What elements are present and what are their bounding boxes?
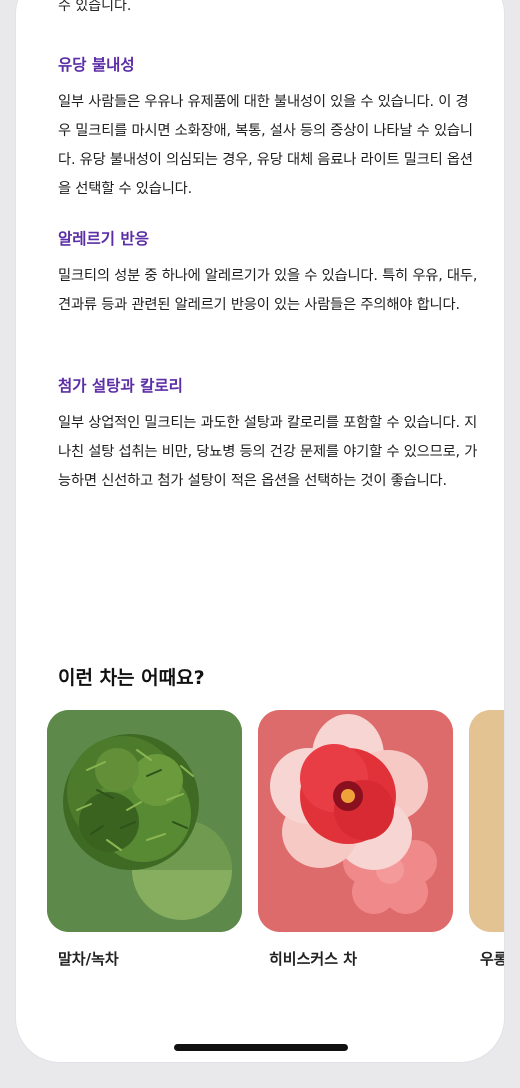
section-added-sugar: 첨가 설탕과 칼로리 일부 상업적인 밀크티는 과도한 설탕과 칼로리를 포함할… (58, 375, 478, 496)
section-allergy: 알레르기 반응 밀크티의 성분 중 하나에 알레르기가 있을 수 있습니다. 특… (58, 228, 478, 320)
section-title: 첨가 설탕과 칼로리 (58, 377, 183, 395)
tea-card-label: 말차/녹차 (58, 950, 119, 968)
section-title: 알레르기 반응 (58, 230, 149, 248)
tea-card-hibiscus[interactable] (258, 710, 453, 932)
section-lactose-intolerance: 유당 불내성 일부 사람들은 우유나 유제품에 대한 불내성이 있을 수 있습니… (58, 54, 478, 204)
hibiscus-flower-icon (258, 710, 453, 932)
matcha-leaves-icon (47, 710, 242, 932)
recommendations-title: 이런 차는 어때요? (58, 667, 205, 689)
section-body: 일부 사람들은 우유나 유제품에 대한 불내성이 있을 수 있습니다. 이 경우… (58, 94, 473, 197)
section-title: 유당 불내성 (58, 56, 135, 74)
tea-card-label: 히비스커스 차 (269, 950, 358, 968)
oolong-tea-icon (469, 710, 504, 932)
tea-card-matcha[interactable] (47, 710, 242, 932)
section-body: 일부 상업적인 밀크티는 과도한 설탕과 칼로리를 포함할 수 있습니다. 지나… (58, 415, 478, 489)
previous-paragraph-tail: 수 있습니다. (58, 0, 132, 14)
section-body: 밀크티의 성분 중 하나에 알레르기가 있을 수 있습니다. 특히 우유, 대두… (58, 268, 478, 313)
phone-screen: 수 있습니다. 유당 불내성 일부 사람들은 우유나 유제품에 대한 불내성이 … (16, 0, 504, 1062)
tea-card-oolong[interactable] (469, 710, 504, 932)
tea-card-label: 우롱 (480, 950, 504, 968)
home-indicator[interactable] (174, 1044, 348, 1051)
